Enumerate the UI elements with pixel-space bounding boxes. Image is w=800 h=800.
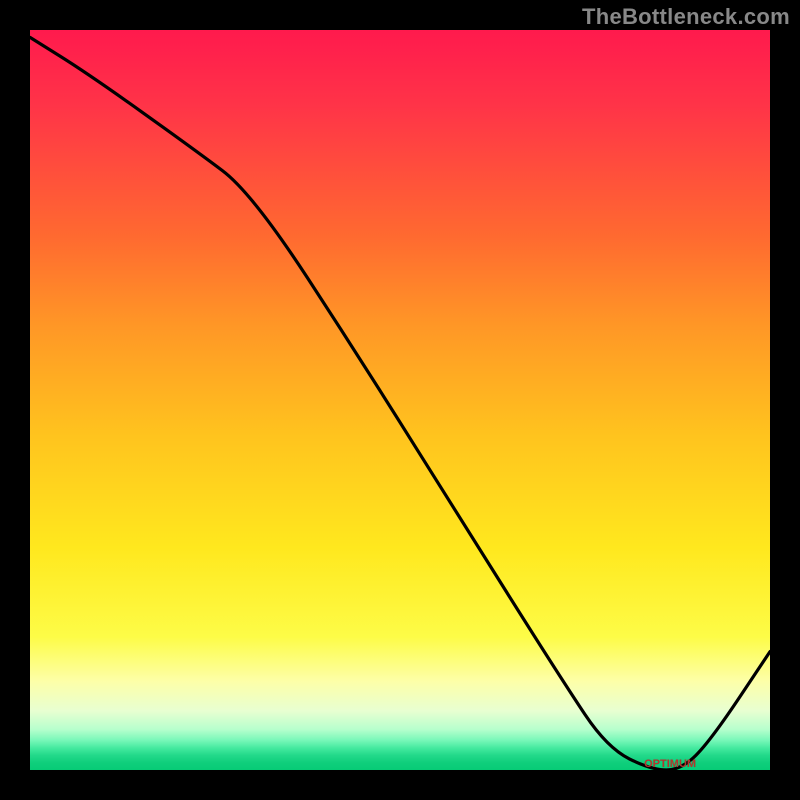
watermark-label: TheBottleneck.com xyxy=(582,4,790,30)
plot-area: OPTIMUM xyxy=(30,30,770,770)
bottleneck-curve xyxy=(30,30,770,770)
optimum-label: OPTIMUM xyxy=(644,758,696,770)
chart-canvas: TheBottleneck.com OPTIMUM xyxy=(0,0,800,800)
